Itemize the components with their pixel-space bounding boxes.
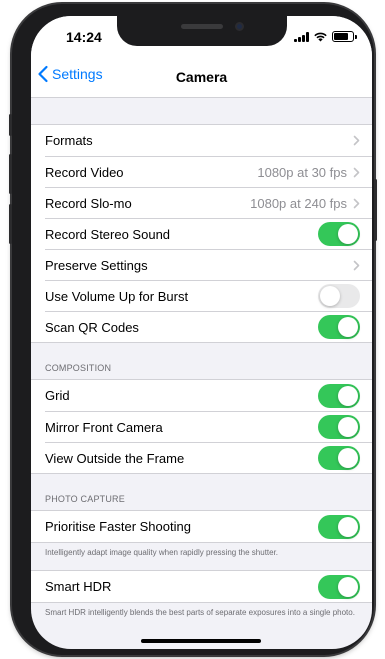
power-button [374, 179, 377, 241]
row-view-outside-frame: View Outside the Frame [31, 442, 372, 473]
chevron-right-icon [353, 198, 360, 208]
phone-screen-holder: 14:24 Settings Camera Formats Record Vid… [12, 4, 374, 655]
row-formats[interactable]: Formats [31, 125, 372, 156]
wifi-icon [314, 32, 327, 42]
row-mirror-front-camera: Mirror Front Camera [31, 411, 372, 442]
volume-burst-toggle[interactable] [318, 284, 360, 308]
row-label: Smart HDR [45, 579, 112, 594]
smart-hdr-footer: Smart HDR intelligently blends the best … [45, 608, 355, 617]
faster-shooting-toggle[interactable] [318, 514, 360, 539]
row-label: Preserve Settings [45, 257, 148, 273]
row-record-slo-mo[interactable]: Record Slo-mo 1080p at 240 fps [31, 187, 372, 218]
row-prioritise-faster-shooting: Prioritise Faster Shooting [31, 511, 372, 542]
row-label: Mirror Front Camera [45, 419, 163, 435]
row-smart-hdr: Smart HDR [31, 571, 372, 602]
row-label: Use Volume Up for Burst [45, 288, 189, 304]
row-label: Prioritise Faster Shooting [45, 519, 191, 534]
photo-capture-header: PHOTO CAPTURE [45, 494, 125, 504]
row-label: Record Slo-mo [45, 195, 132, 211]
status-icons [294, 31, 357, 42]
row-label: Formats [45, 133, 93, 148]
row-record-video[interactable]: Record Video 1080p at 30 fps [31, 156, 372, 187]
screen: 14:24 Settings Camera Formats Record Vid… [31, 16, 372, 649]
camera-settings-group: Formats Record Video 1080p at 30 fps Rec… [31, 124, 372, 343]
view-outside-frame-toggle[interactable] [318, 446, 360, 470]
navigation-bar: Settings Camera [31, 58, 372, 98]
top-spacer [31, 98, 372, 124]
row-grid: Grid [31, 380, 372, 411]
signal-icon [294, 31, 309, 42]
row-preserve-settings[interactable]: Preserve Settings [31, 249, 372, 280]
chevron-right-icon [353, 135, 360, 146]
speaker [181, 24, 223, 29]
chevron-right-icon [353, 167, 360, 177]
settings-list: Formats Record Video 1080p at 30 fps Rec… [31, 98, 372, 649]
grid-toggle[interactable] [318, 383, 360, 408]
row-label: Scan QR Codes [45, 319, 139, 335]
home-indicator [141, 639, 261, 643]
page-title: Camera [175, 69, 228, 85]
row-label: Grid [45, 388, 70, 403]
front-camera [235, 22, 244, 31]
battery-icon [332, 31, 357, 42]
chevron-right-icon [353, 260, 360, 270]
stereo-sound-toggle[interactable] [318, 222, 360, 246]
smart-hdr-toggle[interactable] [318, 574, 360, 599]
notch [117, 16, 287, 46]
row-volume-up-burst: Use Volume Up for Burst [31, 280, 372, 311]
row-label: View Outside the Frame [45, 450, 185, 466]
row-detail: 1080p at 240 fps [250, 195, 347, 211]
row-scan-qr-codes: Scan QR Codes [31, 311, 372, 342]
row-label: Record Video [45, 164, 124, 180]
row-record-stereo-sound: Record Stereo Sound [31, 218, 372, 249]
row-label: Record Stereo Sound [45, 226, 171, 242]
row-detail: 1080p at 30 fps [257, 164, 347, 180]
composition-group: Grid Mirror Front Camera View Outside th… [31, 379, 372, 474]
photo-capture-group: Prioritise Faster Shooting [31, 510, 372, 543]
composition-header: COMPOSITION [45, 363, 112, 373]
scan-qr-toggle[interactable] [318, 315, 360, 339]
mirror-front-camera-toggle[interactable] [318, 415, 360, 439]
faster-shooting-footer: Intelligently adapt image quality when r… [45, 548, 279, 557]
status-time: 14:24 [66, 29, 102, 45]
smart-hdr-group: Smart HDR [31, 570, 372, 603]
